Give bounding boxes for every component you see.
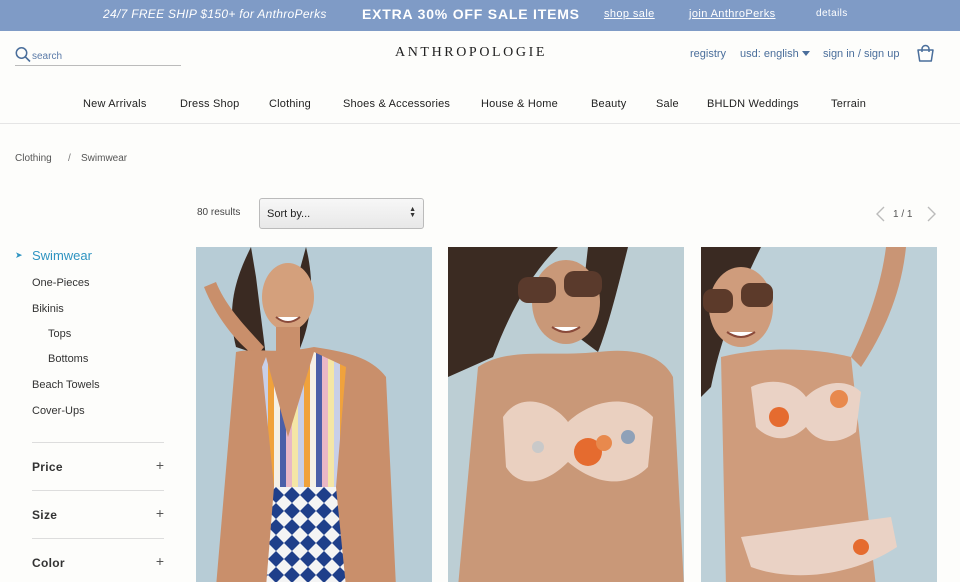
sort-dropdown[interactable]: Sort by... ▲ ▼ bbox=[259, 198, 424, 229]
shopping-bag-icon[interactable] bbox=[916, 44, 935, 63]
sidebar-item-swimwear[interactable]: Swimwear bbox=[32, 248, 92, 263]
caret-down-icon bbox=[801, 51, 810, 56]
search-input[interactable] bbox=[32, 48, 178, 64]
nav-sale[interactable]: Sale bbox=[656, 98, 679, 110]
chevron-left-icon[interactable] bbox=[874, 205, 886, 223]
registry-link[interactable]: registry bbox=[690, 48, 726, 60]
nav-new-arrivals[interactable]: New Arrivals bbox=[83, 98, 147, 110]
filter-price[interactable]: Price + bbox=[32, 442, 164, 490]
search-icon[interactable] bbox=[15, 46, 32, 63]
triangle-right-icon: ➤ bbox=[15, 250, 23, 260]
filter-price-label: Price bbox=[32, 460, 63, 474]
nav-dress-shop[interactable]: Dress Shop bbox=[180, 98, 239, 110]
product-image-floral-bikini-set bbox=[701, 247, 937, 582]
site-logo[interactable]: ANTHROPOLOGIE bbox=[395, 45, 547, 61]
nav-clothing[interactable]: Clothing bbox=[269, 98, 311, 110]
product-image-striped-one-piece bbox=[196, 247, 432, 582]
filter-color[interactable]: Color + bbox=[32, 538, 164, 582]
sidebar-item-one-pieces[interactable]: One-Pieces bbox=[32, 277, 89, 289]
plus-icon: + bbox=[155, 553, 164, 569]
breadcrumb-swimwear[interactable]: Swimwear bbox=[81, 153, 127, 164]
sidebar-item-bikinis[interactable]: Bikinis bbox=[32, 303, 64, 315]
results-count: 80 results bbox=[197, 207, 241, 218]
chevron-right-icon[interactable] bbox=[926, 205, 938, 223]
product-card-one-piece[interactable] bbox=[196, 247, 432, 582]
product-card-floral-bikini[interactable] bbox=[448, 247, 684, 582]
currency-label: usd: english bbox=[740, 48, 799, 60]
sort-arrows-icon: ▲ ▼ bbox=[409, 206, 416, 219]
product-card-floral-bikini-set[interactable] bbox=[701, 247, 937, 582]
details-link[interactable]: details bbox=[816, 0, 848, 28]
sidebar-item-bottoms[interactable]: Bottoms bbox=[48, 353, 88, 365]
filter-size[interactable]: Size + bbox=[32, 490, 164, 538]
nav-bhldn-weddings[interactable]: BHLDN Weddings bbox=[707, 98, 799, 110]
sidebar-item-cover-ups[interactable]: Cover-Ups bbox=[32, 405, 85, 417]
nav-shoes-accessories[interactable]: Shoes & Accessories bbox=[343, 98, 450, 110]
join-anthroperks-link[interactable]: join AnthroPerks bbox=[689, 0, 776, 28]
filter-size-label: Size bbox=[32, 508, 58, 522]
sidebar-item-tops[interactable]: Tops bbox=[48, 328, 71, 340]
promo-shipping-text: 24/7 FREE SHIP $150+ for AnthroPerks bbox=[103, 7, 327, 21]
promo-sale-text: EXTRA 30% OFF SALE ITEMS bbox=[362, 6, 580, 22]
breadcrumb-clothing[interactable]: Clothing bbox=[15, 153, 52, 164]
plus-icon: + bbox=[155, 505, 164, 521]
currency-selector[interactable]: usd: english bbox=[740, 48, 810, 60]
filter-color-label: Color bbox=[32, 556, 65, 570]
shop-sale-link[interactable]: shop sale bbox=[604, 0, 655, 28]
sign-in-link[interactable]: sign in / sign up bbox=[823, 48, 899, 60]
promo-bar: 24/7 FREE SHIP $150+ for AnthroPerks EXT… bbox=[0, 0, 960, 31]
search-bar bbox=[15, 46, 181, 66]
nav-beauty[interactable]: Beauty bbox=[591, 98, 626, 110]
nav-terrain[interactable]: Terrain bbox=[831, 98, 866, 110]
page-indicator: 1 / 1 bbox=[893, 209, 913, 220]
nav-house-home[interactable]: House & Home bbox=[481, 98, 558, 110]
main-nav: New Arrivals Dress Shop Clothing Shoes &… bbox=[0, 84, 960, 124]
sidebar-item-beach-towels[interactable]: Beach Towels bbox=[32, 379, 100, 391]
product-image-floral-bikini bbox=[448, 247, 684, 582]
plus-icon: + bbox=[155, 457, 164, 473]
breadcrumb-separator: / bbox=[68, 153, 71, 164]
sort-label: Sort by... bbox=[267, 208, 311, 220]
